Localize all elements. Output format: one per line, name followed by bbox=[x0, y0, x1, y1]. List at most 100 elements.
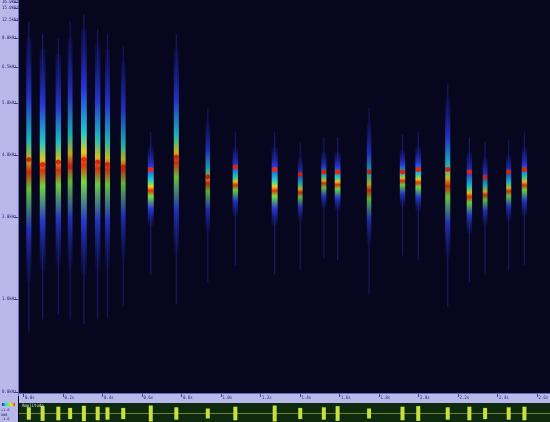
call-energy bbox=[67, 36, 73, 271]
frequency-tick-mark bbox=[14, 299, 18, 300]
waveform-burst bbox=[445, 407, 450, 420]
time-tick-label: 0.0s bbox=[25, 395, 35, 400]
call-energy bbox=[399, 149, 406, 207]
call-energy bbox=[482, 157, 488, 226]
waveform-burst bbox=[205, 408, 210, 419]
call-peak bbox=[173, 154, 179, 160]
waveform-burst bbox=[335, 406, 340, 421]
frequency-tick-mark bbox=[14, 2, 18, 3]
amp-label-top: +1.0 bbox=[1, 408, 10, 412]
call-energy bbox=[466, 152, 473, 234]
call-energy bbox=[297, 157, 303, 222]
call-energy bbox=[271, 147, 278, 226]
waveform-burst bbox=[121, 407, 126, 420]
time-tick-mark bbox=[536, 394, 538, 397]
call-peak bbox=[366, 169, 372, 175]
waveform-burst bbox=[522, 406, 527, 421]
time-tick-mark bbox=[339, 394, 340, 397]
call-peak bbox=[415, 166, 422, 172]
frequency-tick-mark bbox=[14, 103, 18, 104]
waveform-burst bbox=[506, 407, 511, 420]
frequency-tick-mark bbox=[14, 67, 18, 68]
waveform-burst bbox=[467, 406, 472, 421]
call-peak bbox=[297, 171, 303, 177]
time-tick-label: 2.2s bbox=[459, 395, 470, 400]
time-tick-mark bbox=[418, 394, 419, 397]
time-tick-mark bbox=[378, 394, 380, 397]
waveform-burst bbox=[174, 407, 179, 420]
time-tick-mark bbox=[260, 394, 261, 397]
call-peak bbox=[445, 166, 451, 172]
waveform-burst bbox=[298, 407, 303, 420]
call-energy bbox=[80, 29, 87, 276]
call-energy bbox=[521, 147, 528, 217]
waveform-burst bbox=[40, 406, 45, 421]
call-peak bbox=[321, 169, 327, 175]
waveform-burst bbox=[272, 405, 277, 422]
frequency-tick-mark bbox=[14, 8, 18, 9]
time-tick-mark bbox=[23, 394, 24, 397]
call-energy bbox=[506, 154, 512, 222]
time-tick-mark bbox=[299, 394, 301, 397]
spectrogram-plot[interactable] bbox=[19, 0, 550, 393]
call-energy bbox=[366, 122, 372, 246]
call-peak bbox=[482, 174, 488, 180]
time-tick-label: 0.4s bbox=[104, 395, 114, 400]
waveform-axis: +1.0 0dB -1.0 bbox=[0, 396, 18, 422]
call-energy bbox=[147, 147, 154, 226]
time-tick-label: 1.4s bbox=[301, 395, 312, 400]
call-energy bbox=[321, 152, 327, 209]
time-tick-mark bbox=[102, 394, 103, 397]
waveform-burst bbox=[148, 405, 153, 422]
waveform-title: Amplitude bbox=[22, 403, 44, 408]
time-tick-mark bbox=[181, 394, 182, 397]
time-tick-label: 2.0s bbox=[420, 395, 430, 400]
frequency-tick-mark bbox=[14, 392, 18, 393]
waveform-burst bbox=[68, 407, 73, 420]
time-tick-label: 1.8s bbox=[380, 395, 391, 400]
call-peak bbox=[271, 166, 278, 172]
time-tick-mark bbox=[62, 394, 64, 397]
waveform-burst bbox=[81, 405, 86, 422]
call-energy bbox=[445, 98, 451, 258]
time-tick-label: 0.8s bbox=[183, 395, 193, 400]
call-energy bbox=[334, 152, 341, 212]
call-peak bbox=[147, 166, 154, 172]
call-peak bbox=[334, 169, 341, 175]
waveform-burst bbox=[95, 406, 100, 421]
waveform-burst bbox=[26, 407, 31, 420]
call-energy bbox=[94, 44, 101, 271]
palette-swatch bbox=[2, 403, 15, 406]
call-peak bbox=[39, 162, 46, 168]
call-peak bbox=[67, 164, 73, 170]
waveform-burst bbox=[400, 406, 405, 421]
waveform-burst bbox=[483, 407, 488, 420]
frequency-tick-mark bbox=[14, 38, 18, 39]
time-tick-label: 1.2s bbox=[262, 395, 272, 400]
frequency-axis: 16.0kHz 15.0kHz 12.5kHz 8.0kHz 6.5kHz 5.0kHz 4… bbox=[0, 0, 19, 396]
waveform-plot[interactable] bbox=[19, 403, 550, 422]
call-energy bbox=[173, 49, 179, 256]
call-peak bbox=[80, 157, 87, 163]
call-peak bbox=[104, 162, 111, 168]
call-peak bbox=[55, 159, 62, 165]
waveform-burst bbox=[105, 407, 110, 420]
frequency-tick-mark bbox=[14, 20, 18, 21]
waveform-burst bbox=[56, 406, 61, 421]
call-peak bbox=[521, 166, 528, 172]
call-peak bbox=[466, 169, 473, 175]
time-tick-label: 0.6s bbox=[143, 395, 154, 400]
call-peak bbox=[120, 164, 126, 170]
time-tick-label: 1.0s bbox=[222, 395, 233, 400]
time-tick-mark bbox=[220, 394, 222, 397]
call-energy bbox=[39, 49, 46, 271]
call-energy bbox=[104, 49, 111, 268]
frequency-tick-mark bbox=[14, 217, 18, 218]
waveform-burst bbox=[321, 407, 326, 420]
time-tick-mark bbox=[497, 394, 498, 397]
call-energy bbox=[415, 147, 422, 212]
waveform-burst bbox=[367, 408, 372, 419]
call-peak bbox=[506, 169, 512, 175]
waveform-burst bbox=[233, 406, 238, 421]
call-energy bbox=[232, 147, 239, 217]
